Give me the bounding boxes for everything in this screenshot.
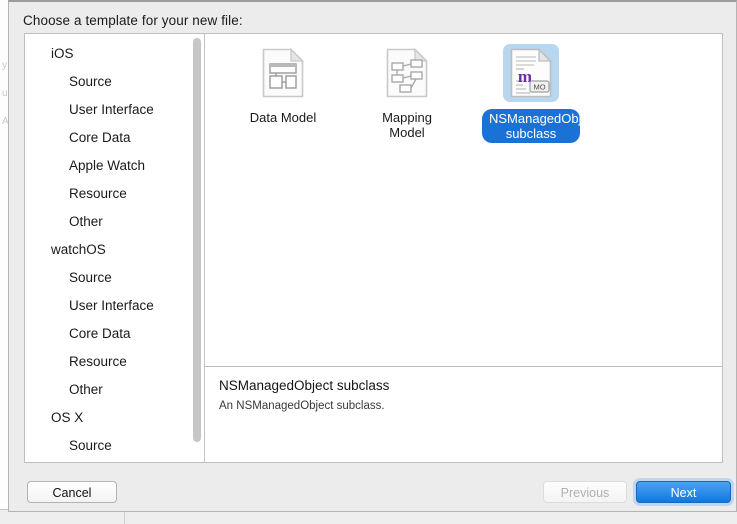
template-label: Mapping Model (358, 109, 456, 141)
template-grid: Data Model (205, 34, 722, 366)
nsmanagedobject-subclass-icon: m MO (510, 48, 552, 98)
sidebar-item-resource[interactable]: Resource (25, 348, 205, 376)
svg-text:MO: MO (533, 83, 545, 92)
next-button[interactable]: Next (636, 481, 731, 503)
data-model-icon (262, 48, 304, 98)
screen: y u A Choose a template for your new fil… (0, 0, 737, 524)
sidebar-item-user-interface[interactable]: User Interface (25, 292, 205, 320)
platform-list: iOSSourceUser InterfaceCore DataApple Wa… (25, 40, 205, 462)
description-title: NSManagedObject subclass (219, 378, 710, 393)
platform-sidebar[interactable]: iOSSourceUser InterfaceCore DataApple Wa… (25, 34, 205, 462)
template-label: NSManagedObject subclass (482, 109, 580, 143)
sidebar-item-ios[interactable]: iOS (25, 40, 205, 68)
sidebar-item-resource[interactable]: Resource (25, 180, 205, 208)
template-icon-wrap (255, 44, 311, 102)
template-label: Data Model (244, 109, 322, 126)
sidebar-item-user-interface[interactable]: User Interface (25, 460, 205, 462)
previous-button: Previous (543, 481, 627, 503)
description-body: An NSManagedObject subclass. (219, 400, 710, 412)
cancel-button[interactable]: Cancel (27, 481, 117, 503)
template-chooser-dialog: Choose a template for your new file: iOS… (8, 0, 737, 512)
mapping-model-icon (386, 48, 428, 98)
background-bottom-divider (124, 512, 125, 524)
sidebar-item-other[interactable]: Other (25, 376, 205, 404)
template-icon-wrap: m MO (503, 44, 559, 102)
dialog-content: iOSSourceUser InterfaceCore DataApple Wa… (24, 33, 723, 463)
sidebar-item-core-data[interactable]: Core Data (25, 124, 205, 152)
sidebar-item-core-data[interactable]: Core Data (25, 320, 205, 348)
sidebar-scrollbar[interactable] (193, 38, 201, 456)
sidebar-scrollbar-thumb[interactable] (193, 38, 201, 442)
template-tile-nsmanagedobject-subclass[interactable]: m MO NSManagedObject subclass (471, 42, 591, 366)
sidebar-item-watchos[interactable]: watchOS (25, 236, 205, 264)
sidebar-item-os-x[interactable]: OS X (25, 404, 205, 432)
description-panel: NSManagedObject subclass An NSManagedObj… (219, 378, 710, 412)
sidebar-item-source[interactable]: Source (25, 264, 205, 292)
background-ghost-glyph: u (2, 88, 8, 99)
dialog-title: Choose a template for your new file: (23, 13, 243, 28)
template-icon-wrap (379, 44, 435, 102)
description-divider (205, 366, 722, 367)
template-pane: Data Model (205, 34, 722, 462)
template-tile-data-model[interactable]: Data Model (223, 42, 343, 366)
sidebar-item-apple-watch[interactable]: Apple Watch (25, 152, 205, 180)
sidebar-item-user-interface[interactable]: User Interface (25, 96, 205, 124)
sidebar-item-other[interactable]: Other (25, 208, 205, 236)
sidebar-item-source[interactable]: Source (25, 432, 205, 460)
template-tile-mapping-model[interactable]: Mapping Model (347, 42, 467, 366)
sidebar-item-source[interactable]: Source (25, 68, 205, 96)
background-ghost-glyph: y (2, 60, 7, 71)
